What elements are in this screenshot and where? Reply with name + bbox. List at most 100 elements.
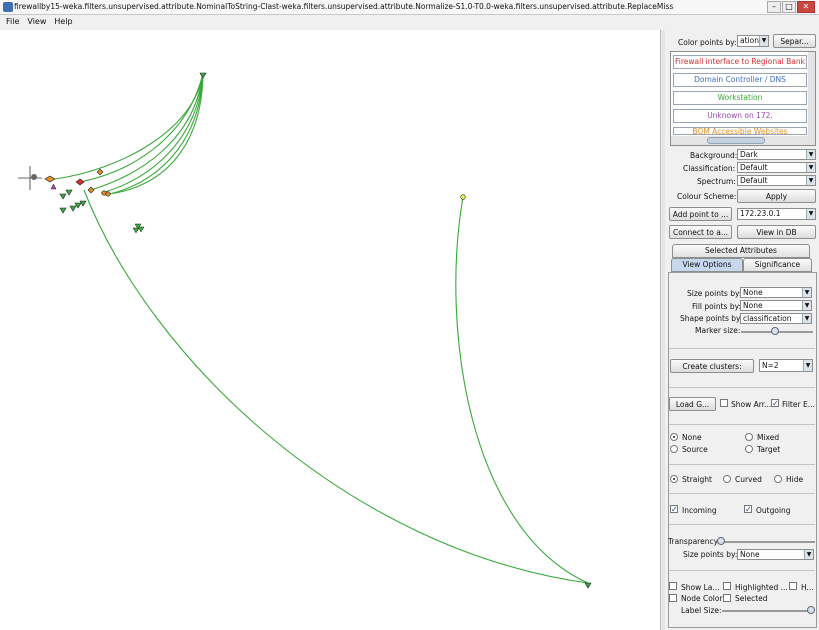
filter-checkbox[interactable]: ✓ <box>771 399 779 408</box>
show-arrows-checkbox[interactable] <box>720 399 728 407</box>
h-label: H... <box>801 583 814 592</box>
fill-points-select[interactable]: None ▼ <box>740 300 812 311</box>
graph-canvas[interactable] <box>0 30 661 630</box>
classification-select[interactable]: Default ▼ <box>737 162 816 173</box>
graph-node <box>69 205 77 212</box>
size-points2-value: None <box>740 550 760 559</box>
legend-item-workstation[interactable]: Workstation <box>673 91 807 105</box>
graph-node <box>44 175 56 183</box>
size-points2-select[interactable]: None ▼ <box>737 549 814 560</box>
graph-node <box>59 207 67 214</box>
background-value: Dark <box>740 150 758 159</box>
graph-svg[interactable] <box>0 30 661 630</box>
add-point-button[interactable]: Add point to ... <box>669 207 732 221</box>
classification-value: Default <box>740 163 768 172</box>
graph-edge <box>104 72 204 196</box>
tab-view-options[interactable]: View Options <box>671 258 743 272</box>
apply-button[interactable]: Apply <box>737 189 816 203</box>
legend-label: Unknown on 172. <box>707 111 773 120</box>
legend-label: Workstation <box>717 93 763 102</box>
control-panel: Color points by: ation ▼ Separ... Firewal… <box>665 30 819 630</box>
incoming-label: Incoming <box>682 506 717 515</box>
separate-button[interactable]: Separ... <box>773 34 816 48</box>
incoming-checkbox[interactable]: ✓ <box>670 505 678 514</box>
window-title: firewallby15-weka.filters.unsupervised.a… <box>14 2 674 11</box>
shape-points-value: classification <box>743 314 792 323</box>
radio-none-label: None <box>682 433 702 442</box>
legend-item-domain-controller[interactable]: Domain Controller / DNS <box>673 73 807 87</box>
clusters-value: N=2 <box>762 361 779 370</box>
legend-item-bom[interactable]: BOM Accessible Websites <box>673 127 807 135</box>
view-in-db-button[interactable]: View in DB <box>737 225 816 239</box>
divider <box>669 464 815 465</box>
graph-node <box>584 582 592 589</box>
radio-mixed[interactable] <box>745 433 753 441</box>
divider <box>669 387 815 388</box>
graph-edge <box>79 72 204 183</box>
label-size-slider[interactable] <box>807 606 815 614</box>
color-points-select[interactable]: ation ▼ <box>737 35 769 47</box>
minimize-button[interactable]: – <box>767 1 781 13</box>
scroll-thumb[interactable] <box>707 137 765 144</box>
color-points-value: ation <box>740 36 759 45</box>
graph-node <box>75 178 85 186</box>
size-points-select[interactable]: None ▼ <box>740 287 812 298</box>
graph-node <box>31 174 37 180</box>
tab-significance[interactable]: Significance <box>743 258 812 272</box>
legend-label: BOM Accessible Websites <box>692 127 788 135</box>
radio-curved[interactable] <box>723 475 731 483</box>
chevron-down-icon: ▼ <box>806 176 815 185</box>
graph-node <box>105 191 111 197</box>
legend-label: Domain Controller / DNS <box>694 75 786 84</box>
node-color-checkbox[interactable] <box>669 594 677 602</box>
transparency-track[interactable] <box>720 541 815 543</box>
radio-source-label: Source <box>682 445 708 454</box>
graph-edge <box>83 189 589 584</box>
clusters-select[interactable]: N=2 ▼ <box>759 359 813 372</box>
radio-none[interactable] <box>670 433 678 441</box>
node-color-label: Node Color <box>681 594 723 603</box>
radio-target[interactable] <box>745 445 753 453</box>
selected-checkbox[interactable] <box>723 594 731 602</box>
radio-hide[interactable] <box>774 475 782 483</box>
radio-source[interactable] <box>670 445 678 453</box>
connect-button[interactable]: Connect to a... <box>669 225 732 239</box>
background-select[interactable]: Dark ▼ <box>737 149 816 160</box>
chevron-down-icon: ▼ <box>806 163 815 172</box>
legend-item-firewall[interactable]: Firewall interface to Regional Bank <box>673 55 807 69</box>
label-size-track[interactable] <box>722 610 814 612</box>
load-button[interactable]: Load G... <box>669 397 716 411</box>
graph-node <box>59 193 67 200</box>
legend-vertical-scrollbar[interactable] <box>808 52 815 136</box>
label-size-label: Label Size: <box>681 606 722 615</box>
spectrum-select[interactable]: Default ▼ <box>737 175 816 186</box>
menu-file[interactable]: File <box>6 15 19 29</box>
create-clusters-button[interactable]: Create clusters: <box>670 359 754 373</box>
graph-node <box>65 189 73 196</box>
show-labels-checkbox[interactable] <box>669 582 677 590</box>
maximize-button[interactable]: □ <box>782 1 796 13</box>
highlighted-checkbox[interactable] <box>723 582 731 590</box>
menu-bar: File View Help <box>0 15 819 29</box>
outgoing-checkbox[interactable]: ✓ <box>744 505 752 514</box>
add-point-select[interactable]: 172.23.0.1 ▼ <box>737 208 816 220</box>
menu-view[interactable]: View <box>27 15 46 29</box>
legend-horizontal-scrollbar[interactable] <box>671 136 815 145</box>
radio-straight[interactable] <box>670 475 678 483</box>
h-checkbox[interactable] <box>789 582 797 590</box>
menu-help[interactable]: Help <box>54 15 72 29</box>
divider <box>669 524 815 525</box>
graph-node <box>96 168 104 176</box>
marker-size-slider[interactable] <box>771 327 779 335</box>
fill-points-label: Fill points by: <box>692 302 742 311</box>
check-icon: ✓ <box>745 505 752 514</box>
tab-selected-attributes[interactable]: Selected Attributes <box>672 244 810 258</box>
fill-points-value: None <box>743 301 763 310</box>
shape-points-select[interactable]: classification ▼ <box>740 313 812 324</box>
transparency-slider[interactable] <box>717 537 725 545</box>
size-points-label: Size points by: <box>687 289 742 298</box>
close-button[interactable]: ✕ <box>797 1 815 13</box>
color-legend-list[interactable]: Firewall interface to Regional Bank Doma… <box>670 51 816 146</box>
chevron-down-icon: ▼ <box>759 36 768 46</box>
legend-item-unknown[interactable]: Unknown on 172. <box>673 109 807 123</box>
